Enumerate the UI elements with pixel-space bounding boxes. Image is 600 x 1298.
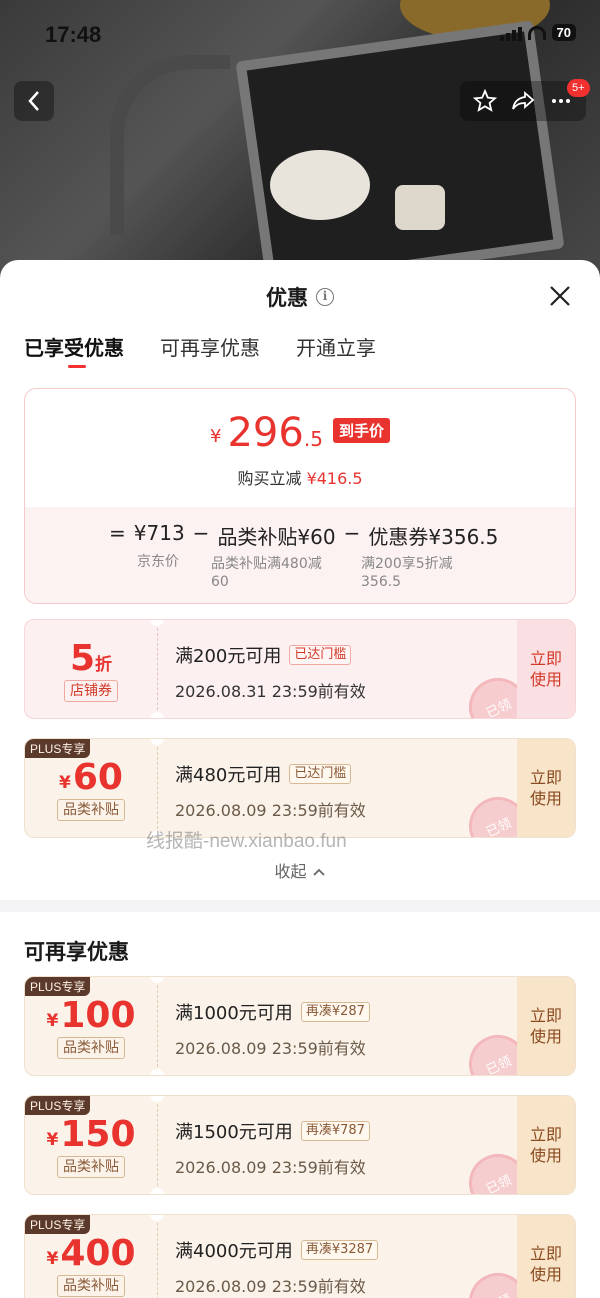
- star-icon[interactable]: [473, 89, 497, 113]
- info-icon[interactable]: i: [316, 288, 334, 306]
- use-now-button[interactable]: 立即使用: [517, 739, 575, 837]
- section-divider: [0, 900, 600, 912]
- faucet: [110, 55, 230, 235]
- coupon-value: ¥ 100: [46, 995, 136, 1036]
- coupon-card: PLUS专享 ¥ 60 品类补贴 满480元可用 已达门槛 2026.08.09 …: [24, 738, 576, 838]
- back-button[interactable]: [14, 81, 54, 121]
- saving-line: 购买立减 ¥416.5: [237, 469, 363, 488]
- add-more-badge: 再凑¥787: [300, 1121, 370, 1141]
- coupon-type: 品类补贴: [57, 1156, 125, 1178]
- coupon-expiry: 2026.08.09 23:59前有效: [175, 1277, 366, 1296]
- coupon-condition: 满480元可用: [175, 765, 282, 786]
- coupon-value: ¥ 400: [46, 1233, 136, 1274]
- coupon-condition: 满4000元可用: [175, 1241, 293, 1262]
- section-title: 可再享优惠: [24, 940, 129, 964]
- add-more-badge: 再凑¥3287: [300, 1240, 379, 1260]
- coupon-desc: 满200享5折减356.5: [361, 556, 453, 590]
- coupon-card: PLUS专享 ¥ 400 品类补贴 满4000元可用 再凑¥3287 2026.0…: [24, 1214, 576, 1298]
- final-price: ¥ 296 .5 到手价: [25, 411, 575, 455]
- coupon-condition: 满200元可用: [175, 646, 282, 667]
- sheet-title: 优惠 i: [0, 282, 600, 312]
- share-icon[interactable]: [511, 89, 535, 113]
- coupon-type: 品类补贴: [57, 1037, 125, 1059]
- collapse-button[interactable]: 收起: [0, 858, 600, 882]
- signal-icon: [499, 25, 522, 41]
- coupon-value: ¥ 150: [46, 1114, 136, 1155]
- subsidy-amount: 品类补贴¥60: [217, 525, 336, 549]
- tab-open-membership[interactable]: 开通立享: [296, 332, 376, 361]
- chevron-up-icon: [312, 868, 325, 876]
- coupon-card: PLUS专享 ¥ 100 品类补贴 满1000元可用 再凑¥287 2026.08…: [24, 976, 576, 1076]
- coupon-expiry: 2026.08.31 23:59前有效: [175, 682, 366, 701]
- status-icons: 70: [499, 24, 576, 41]
- tab-bar: 已享受优惠 可再享优惠 开通立享: [24, 332, 376, 368]
- coupon-amount: 优惠券¥356.5: [368, 525, 499, 549]
- tab-enjoyed[interactable]: 已享受优惠: [24, 332, 124, 368]
- subsidy-desc: 品类补贴满480减60: [211, 556, 322, 590]
- use-now-button[interactable]: 立即使用: [517, 620, 575, 718]
- discount-sheet: 优惠 i 已享受优惠 可再享优惠 开通立享 ¥ 296 .5 到手价 购买立减 ¥…: [0, 260, 600, 1298]
- coupon-card: PLUS专享 ¥ 150 品类补贴 满1500元可用 再凑¥787 2026.08…: [24, 1095, 576, 1195]
- battery-icon: 70: [551, 24, 576, 41]
- coupon-value: ¥ 60: [59, 757, 123, 798]
- final-price-tag: 到手价: [332, 418, 390, 443]
- coupon-expiry: 2026.08.09 23:59前有效: [175, 801, 366, 820]
- coupon-type: 品类补贴: [57, 1275, 125, 1297]
- use-now-button[interactable]: 立即使用: [517, 1096, 575, 1194]
- jd-price-label: 京东价: [137, 554, 179, 570]
- coupon-type: 品类补贴: [57, 799, 125, 821]
- tab-more-discounts[interactable]: 可再享优惠: [160, 332, 260, 361]
- plate: [270, 150, 370, 220]
- coupon-type: 店铺券: [64, 680, 118, 702]
- threshold-badge: 已达门槛: [289, 645, 352, 665]
- coupon-card: 5 折 店铺券 满200元可用 已达门槛 2026.08.31 23:59前有效 …: [24, 619, 576, 719]
- cup: [395, 185, 445, 230]
- use-now-button[interactable]: 立即使用: [517, 1215, 575, 1298]
- watermark: 线报酷-new.xianbao.fun: [146, 831, 347, 852]
- price-formula: = ¥713 − 品类补贴¥60 − 优惠券¥356.5 京东价 品类补贴满48…: [25, 507, 575, 603]
- coupon-expiry: 2026.08.09 23:59前有效: [175, 1039, 366, 1058]
- status-time: 17:48: [45, 22, 102, 47]
- coupon-value: 5 折: [69, 638, 113, 679]
- add-more-badge: 再凑¥287: [300, 1002, 370, 1022]
- use-now-button[interactable]: 立即使用: [517, 977, 575, 1075]
- coupon-expiry: 2026.08.09 23:59前有效: [175, 1158, 366, 1177]
- message-badge: 5+: [567, 79, 590, 97]
- chevron-left-icon: [28, 91, 39, 111]
- wifi-icon: [527, 25, 546, 40]
- coupon-condition: 满1000元可用: [175, 1003, 293, 1024]
- close-icon[interactable]: [548, 284, 572, 308]
- threshold-badge: 已达门槛: [289, 764, 352, 784]
- jd-price: ¥713: [133, 521, 185, 545]
- price-summary-card: ¥ 296 .5 到手价 购买立减 ¥416.5 = ¥713 − 品类补贴¥6…: [24, 388, 576, 604]
- coupon-condition: 满1500元可用: [175, 1122, 293, 1143]
- sink-basin: [235, 20, 565, 290]
